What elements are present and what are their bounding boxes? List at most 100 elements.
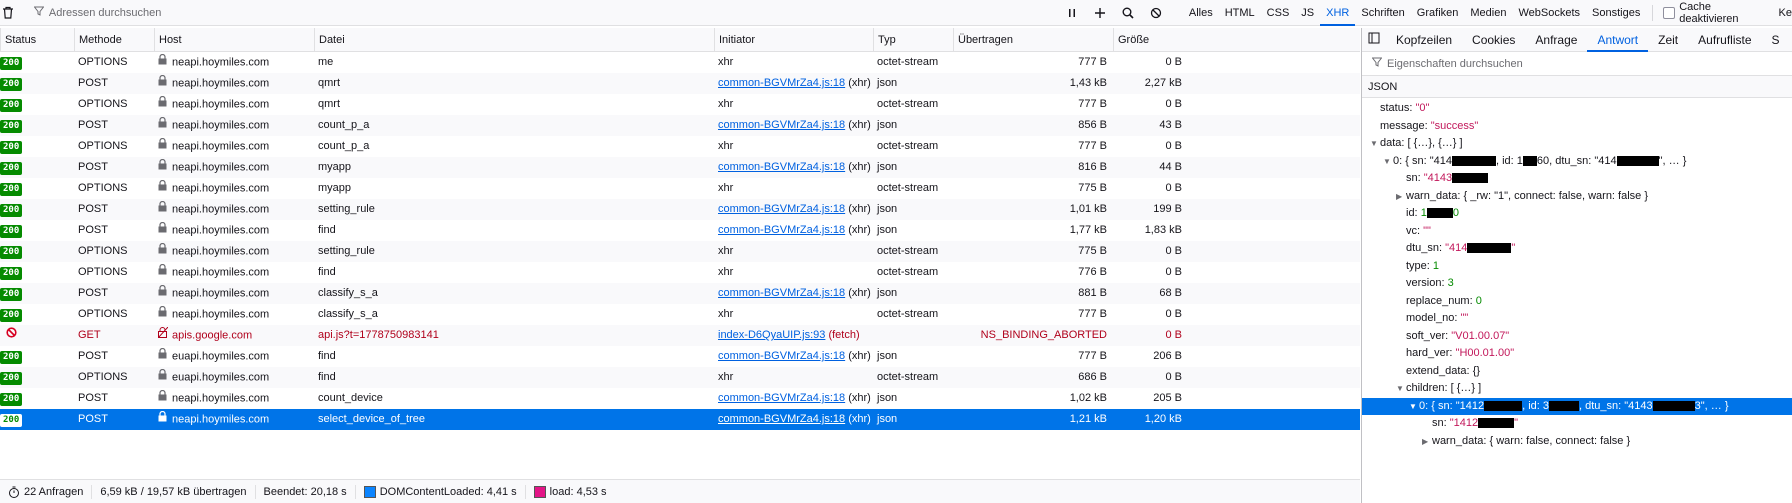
json-node[interactable]: message: "success" (1362, 118, 1792, 136)
table-row[interactable]: 200 POST neapi.hoymiles.com count_p_a common… (0, 115, 1360, 136)
properties-filter[interactable]: Eigenschaften durchsuchen (1362, 52, 1792, 76)
json-node[interactable]: version: 3 (1362, 275, 1792, 293)
size-cell: 0 B (1113, 94, 1188, 115)
filter-grafiken[interactable]: Grafiken (1411, 0, 1465, 26)
initiator-link[interactable]: common-BGVMrZa4.js:18 (718, 119, 845, 131)
json-node[interactable]: ▶ warn_data: { warn: false, connect: fals… (1362, 433, 1792, 451)
filter-css[interactable]: CSS (1261, 0, 1296, 26)
initiator-cell: xhr (714, 262, 873, 283)
expanded-arrow-icon[interactable]: ▼ (1409, 398, 1419, 416)
json-section-header[interactable]: JSON (1362, 76, 1792, 98)
column-header-4[interactable]: Initiator (714, 28, 873, 52)
transferred-text: 776 B (1078, 266, 1107, 278)
json-node[interactable]: ▼ 0: { sn: "414 , id: 1 60, dtu_sn: "414 ", … (1362, 153, 1792, 171)
tab-cookies[interactable]: Cookies (1462, 28, 1525, 52)
json-node[interactable]: sn: "4143 (1362, 170, 1792, 188)
initiator-text: xhr (718, 140, 734, 152)
initiator-link[interactable]: index-D6QyaUIP.js:93 (718, 329, 825, 341)
table-row[interactable]: 200 OPTIONS neapi.hoymiles.com classify_s_a… (0, 304, 1360, 325)
filter-xhr[interactable]: XHR (1320, 0, 1356, 26)
filter-medien[interactable]: Medien (1464, 0, 1512, 26)
json-node[interactable]: vc: "" (1362, 223, 1792, 241)
table-row[interactable]: 200 OPTIONS neapi.hoymiles.com count_p_a xhr… (0, 136, 1360, 157)
filter-js[interactable]: JS (1295, 0, 1320, 26)
table-row[interactable]: 200 OPTIONS neapi.hoymiles.com qmrt xhr octet… (0, 94, 1360, 115)
table-row[interactable]: 200 POST neapi.hoymiles.com qmrt common-BGVM… (0, 73, 1360, 94)
initiator-link[interactable]: common-BGVMrZa4.js:18 (718, 287, 845, 299)
table-row[interactable]: 200 OPTIONS euapi.hoymiles.com find xhr octet… (0, 367, 1360, 388)
initiator-link[interactable]: common-BGVMrZa4.js:18 (718, 413, 845, 425)
checkbox-box[interactable] (1663, 6, 1676, 19)
table-row[interactable]: 200 OPTIONS neapi.hoymiles.com setting_rule… (0, 241, 1360, 262)
json-node[interactable]: dtu_sn: "414 " (1362, 240, 1792, 258)
collapsed-arrow-icon[interactable]: ▶ (1396, 188, 1406, 206)
json-node[interactable]: status: "0" (1362, 100, 1792, 118)
json-node[interactable]: ▶ warn_data: { _rw: "1", connect: false, … (1362, 188, 1792, 206)
filter-sonstiges[interactable]: Sonstiges (1586, 0, 1646, 26)
initiator-link[interactable]: common-BGVMrZa4.js:18 (718, 392, 845, 404)
table-row[interactable]: GET apis.google.com api.js?t=1778750983141… (0, 325, 1360, 346)
table-row[interactable]: 200 OPTIONS neapi.hoymiles.com myapp xhr octe… (0, 178, 1360, 199)
initiator-link[interactable]: common-BGVMrZa4.js:18 (718, 77, 845, 89)
collapsed-arrow-icon[interactable]: ▶ (1422, 433, 1432, 451)
initiator-link[interactable]: common-BGVMrZa4.js:18 (718, 203, 845, 215)
initiator-link[interactable]: common-BGVMrZa4.js:18 (718, 350, 845, 362)
json-value: , id: 1 (1495, 154, 1523, 167)
table-row[interactable]: 200 POST neapi.hoymiles.com setting_rule com… (0, 199, 1360, 220)
table-row[interactable]: 200 OPTIONS neapi.hoymiles.com find xhr octet… (0, 262, 1360, 283)
initiator-text: xhr (718, 371, 734, 383)
table-row[interactable]: 200 POST neapi.hoymiles.com select_device_o… (0, 409, 1360, 430)
disable-cache-checkbox[interactable]: Cache deaktivieren (1663, 1, 1772, 25)
filter-websockets[interactable]: WebSockets (1512, 0, 1586, 26)
search-icon[interactable] (1119, 4, 1137, 22)
initiator-link[interactable]: common-BGVMrZa4.js:18 (718, 161, 845, 173)
table-row[interactable]: 200 POST neapi.hoymiles.com find common-BGVM… (0, 220, 1360, 241)
tab-zeit[interactable]: Zeit (1648, 28, 1688, 52)
tab-aufrufliste[interactable]: Aufrufliste (1688, 28, 1761, 52)
json-node[interactable]: sn: "1412 " (1362, 415, 1792, 433)
tab-antwort[interactable]: Antwort (1587, 28, 1649, 52)
json-node[interactable]: id: 10 (1362, 205, 1792, 223)
json-node[interactable]: type: 1 (1362, 258, 1792, 276)
table-row[interactable]: 200 POST neapi.hoymiles.com count_device com… (0, 388, 1360, 409)
table-row[interactable]: 200 POST euapi.hoymiles.com find common-BGVM… (0, 346, 1360, 367)
table-row[interactable]: 200 POST neapi.hoymiles.com classify_s_a com… (0, 283, 1360, 304)
pause-icon[interactable] (1063, 4, 1081, 22)
json-node[interactable]: ▼ data: [ {…}, {…} ] (1362, 135, 1792, 153)
tab-s[interactable]: S (1762, 28, 1790, 52)
toggle-panel-icon[interactable] (1362, 32, 1386, 47)
expanded-arrow-icon[interactable]: ▼ (1370, 135, 1380, 153)
json-node[interactable]: soft_ver: "V01.00.07" (1362, 328, 1792, 346)
method-text: OPTIONS (78, 308, 128, 320)
filter-alles[interactable]: Alles (1183, 0, 1219, 26)
column-header-0[interactable]: Status (0, 28, 74, 52)
lock-icon (158, 73, 168, 94)
json-node[interactable]: ▼ 0: { sn: "1412 , id: 3 , dtu_sn: "4143 3",… (1362, 397, 1792, 416)
json-node[interactable]: replace_num: 0 (1362, 293, 1792, 311)
filter-schriften[interactable]: Schriften (1355, 0, 1410, 26)
table-row[interactable]: 200 OPTIONS neapi.hoymiles.com me xhr octet-s… (0, 52, 1360, 73)
json-node[interactable]: extend_data: {} (1362, 363, 1792, 381)
tab-kopfzeilen[interactable]: Kopfzeilen (1386, 28, 1462, 52)
type-text: json (877, 119, 898, 131)
column-header-3[interactable]: Datei (314, 28, 714, 52)
json-node[interactable]: model_no: "" (1362, 310, 1792, 328)
initiator-link[interactable]: common-BGVMrZa4.js:18 (718, 224, 845, 236)
column-header-1[interactable]: Methode (74, 28, 154, 52)
expanded-arrow-icon[interactable]: ▼ (1396, 380, 1406, 398)
column-header-2[interactable]: Host (154, 28, 314, 52)
json-node[interactable]: hard_ver: "H00.01.00" (1362, 345, 1792, 363)
block-icon[interactable] (1147, 4, 1165, 22)
expanded-arrow-icon[interactable]: ▼ (1383, 153, 1393, 171)
table-row[interactable]: 200 POST neapi.hoymiles.com myapp common-BGV… (0, 157, 1360, 178)
plus-icon[interactable] (1091, 4, 1109, 22)
json-node[interactable]: ▼ children: [ {…} ] (1362, 380, 1792, 398)
column-header-5[interactable]: Typ (873, 28, 953, 52)
column-header-6[interactable]: Übertragen (953, 28, 1113, 52)
tab-anfrage[interactable]: Anfrage (1525, 28, 1587, 52)
host-cell: neapi.hoymiles.com (154, 220, 314, 241)
trash-icon[interactable] (0, 0, 16, 26)
column-header-7[interactable]: Größe (1113, 28, 1188, 52)
url-filter[interactable]: Adressen durchsuchen (33, 6, 1055, 19)
filter-html[interactable]: HTML (1219, 0, 1261, 26)
